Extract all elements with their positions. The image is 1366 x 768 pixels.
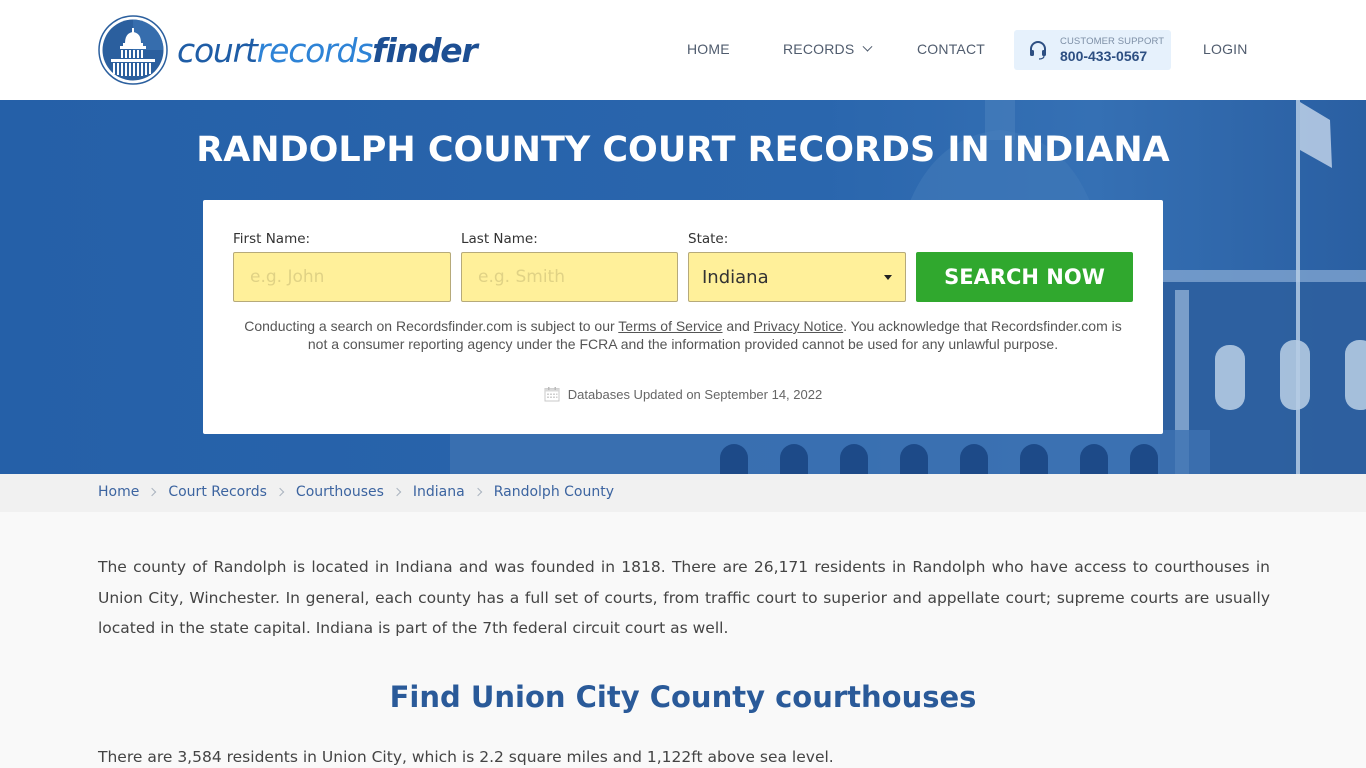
state-select[interactable]: Indiana: [688, 252, 906, 302]
logo-records: records: [256, 30, 374, 70]
last-name-input[interactable]: [461, 252, 678, 302]
site-logo[interactable]: courtrecordsfinder: [98, 15, 478, 85]
disclaimer-text-1: Conducting a search on Recordsfinder.com…: [244, 318, 619, 334]
first-name-input[interactable]: [233, 252, 451, 302]
union-city-paragraph: There are 3,584 residents in Union City,…: [98, 748, 834, 766]
nav-contact[interactable]: CONTACT: [917, 41, 985, 57]
chevron-right-icon: [473, 487, 482, 497]
privacy-notice-link[interactable]: Privacy Notice: [754, 318, 843, 334]
terms-of-service-link[interactable]: Terms of Service: [618, 318, 722, 334]
chevron-right-icon: [275, 487, 285, 497]
state-select-value: Indiana: [702, 266, 769, 288]
breadcrumb-home[interactable]: Home: [98, 484, 139, 500]
search-disclaimer: Conducting a search on Recordsfinder.com…: [243, 317, 1123, 353]
site-header: courtrecordsfinder HOME RECORDS CONTACT …: [0, 0, 1366, 100]
breadcrumb-court-records[interactable]: Court Records: [168, 484, 267, 500]
page-title: RANDOLPH COUNTY COURT RECORDS IN INDIANA: [196, 130, 1170, 170]
database-updated-text: Databases Updated on September 14, 2022: [567, 386, 823, 402]
courthouses-section-title: Find Union City County courthouses: [389, 680, 977, 714]
disclaimer-text-2: and: [722, 318, 754, 334]
calendar-icon: [544, 387, 560, 402]
logo-finder: finder: [372, 30, 477, 70]
support-label: CUSTOMER SUPPORT: [1060, 35, 1165, 47]
breadcrumb-indiana[interactable]: Indiana: [413, 484, 465, 500]
chevron-down-icon: [862, 41, 873, 52]
county-intro-paragraph: The county of Randolph is located in Ind…: [98, 558, 1270, 637]
breadcrumb-courthouses[interactable]: Courthouses: [296, 484, 384, 500]
nav-records-label: RECORDS: [783, 41, 855, 57]
breadcrumb-randolph-county[interactable]: Randolph County: [494, 484, 614, 500]
customer-support-button[interactable]: CUSTOMER SUPPORT 800-433-0567: [1014, 30, 1171, 70]
last-name-label: Last Name:: [461, 231, 538, 247]
logo-court: court: [177, 30, 258, 70]
breadcrumb-bar: Home Court Records Courthouses Indiana R…: [0, 474, 1366, 512]
state-label: State:: [688, 231, 729, 247]
nav-records[interactable]: RECORDS: [783, 41, 873, 57]
logo-wordmark: courtrecordsfinder: [177, 30, 478, 70]
support-phone: 800-433-0567: [1060, 48, 1148, 65]
nav-home[interactable]: HOME: [687, 41, 730, 57]
caret-down-icon: [884, 275, 892, 280]
first-name-label: First Name:: [233, 231, 311, 247]
database-updated: Databases Updated on September 14, 2022: [203, 386, 1163, 402]
nav-login[interactable]: LOGIN: [1203, 41, 1248, 57]
capitol-dome-icon: [98, 15, 168, 85]
hero-banner: RANDOLPH COUNTY COURT RECORDS IN INDIANA…: [0, 100, 1366, 474]
breadcrumb: Home Court Records Courthouses Indiana R…: [98, 484, 614, 500]
chevron-right-icon: [148, 487, 157, 497]
search-now-button[interactable]: SEARCH NOW: [916, 252, 1133, 302]
search-form: First Name: Last Name: State: Indiana SE…: [203, 200, 1163, 434]
headset-icon: [1030, 41, 1046, 60]
chevron-right-icon: [392, 487, 402, 497]
